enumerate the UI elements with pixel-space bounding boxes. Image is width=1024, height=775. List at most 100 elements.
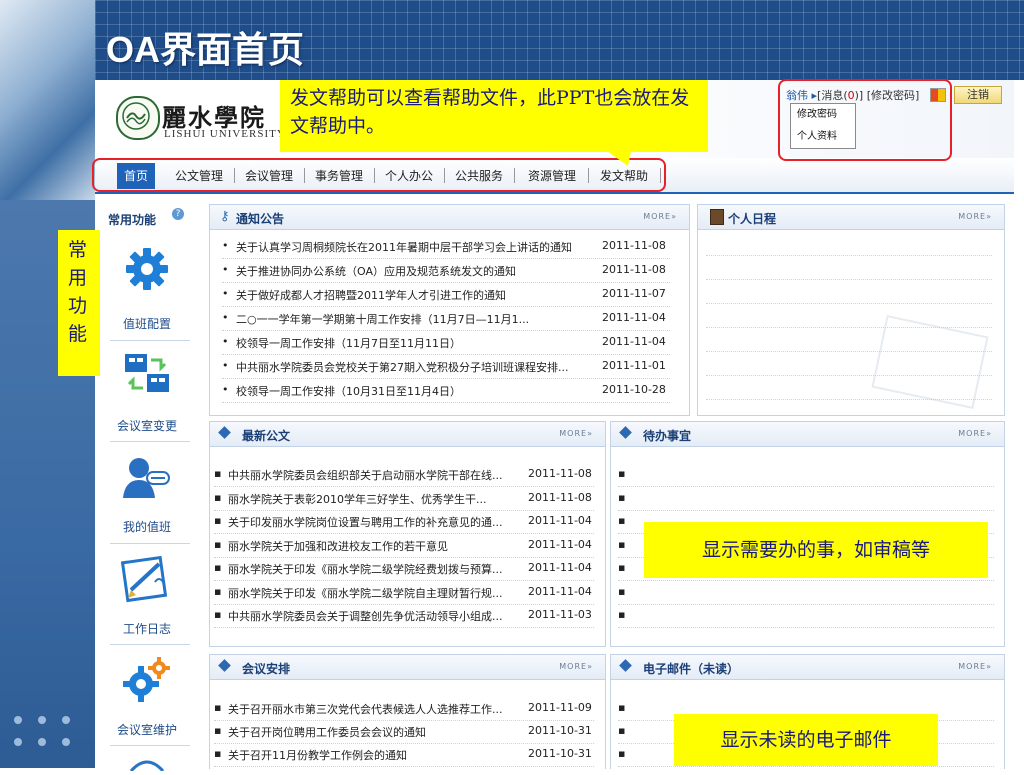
bullet-icon: ▪	[618, 490, 626, 504]
list-item-title[interactable]: 二○一一学年第一学期第十周工作安排（11月7日—11月1...	[236, 311, 529, 327]
row-divider	[618, 509, 994, 511]
key-icon: ⚷	[220, 209, 230, 224]
row-divider	[222, 306, 670, 307]
documents-more-link[interactable]: MORE»	[559, 429, 593, 438]
help-icon[interactable]: ?	[172, 208, 184, 220]
bullet-icon: ▪	[214, 514, 222, 527]
schedule-more-link[interactable]: MORE»	[958, 212, 992, 221]
row-divider	[222, 282, 670, 283]
row-divider	[618, 766, 994, 767]
row-divider	[214, 486, 594, 487]
maintenance-gear-icon[interactable]	[121, 654, 173, 704]
logout-button[interactable]: 注销	[954, 86, 1002, 104]
documents-panel-title: 最新公文	[242, 429, 291, 443]
sidebar-item-room-change[interactable]: 会议室变更	[104, 417, 190, 434]
bullet-icon: ▪	[618, 537, 626, 551]
todo-panel-title: 待办事宜	[643, 429, 692, 443]
help-callout: 发文帮助可以查看帮助文件，此PPT也会放在发文帮助中。	[280, 80, 708, 152]
row-divider	[214, 627, 594, 628]
callout-pointer	[600, 146, 632, 166]
list-item-title[interactable]: 校领导一周工作安排（10月31日至11月4日）	[236, 383, 461, 399]
list-item-title[interactable]: 关于印发丽水学院岗位设置与聘用工作的补充意见的通...	[228, 514, 503, 530]
notice-panel-header: ⚷ 通知公告 MORE»	[210, 205, 689, 230]
row-divider	[706, 375, 992, 376]
list-item-date: 2011-11-03	[528, 608, 592, 621]
row-divider	[706, 255, 992, 256]
bullet-icon: ▪	[214, 490, 222, 504]
meetings-more-link[interactable]: MORE»	[559, 662, 593, 671]
sidebar-item-duty-config[interactable]: 值班配置	[104, 315, 190, 332]
schedule-panel-title: 个人日程	[728, 212, 777, 226]
notice-more-link[interactable]: MORE»	[643, 212, 677, 221]
list-item-title[interactable]: 关于召开11月份教学工作例会的通知	[228, 747, 407, 763]
decorative-dot	[62, 716, 70, 724]
todo-panel-header: 待办事宜 MORE»	[611, 422, 1004, 447]
email-panel-header: 电子邮件（未读） MORE»	[611, 655, 1004, 680]
row-divider	[214, 766, 594, 767]
list-item-title[interactable]: 关于推进协同办公系统（OA）应用及规范系统发文的通知	[236, 263, 516, 279]
bullet-icon: ▪	[214, 537, 222, 551]
row-divider	[618, 486, 994, 487]
meetings-panel-header: 会议安排 MORE»	[210, 655, 605, 680]
list-item-title[interactable]: 中共丽水学院委员会组织部关于启动丽水学院干部在线...	[228, 467, 503, 483]
diamond-icon	[619, 659, 632, 672]
sidebar-item-work-log[interactable]: 工作日志	[104, 620, 190, 637]
list-item-date: 2011-10-31	[528, 724, 592, 737]
list-item-title[interactable]: 中共丽水学院委员会关于调整创先争优活动领导小组成...	[228, 608, 503, 624]
diamond-icon	[218, 659, 231, 672]
row-divider	[618, 580, 994, 581]
university-emblem-icon	[116, 96, 160, 140]
list-item-date: 2011-11-04	[528, 514, 592, 527]
list-item-title[interactable]: 关于认真学习周桐频院长在2011年暑期中层干部学习会上讲话的通知	[236, 239, 572, 255]
list-item-title[interactable]: 关于召开丽水市第三次党代会代表候选人人选推荐工作...	[228, 701, 503, 717]
list-item-date: 2011-10-31	[528, 747, 592, 760]
user-duty-icon[interactable]	[121, 454, 173, 504]
list-item-date: 2011-11-04	[602, 311, 666, 324]
slide-title: OA界面首页	[106, 29, 305, 70]
bullet-icon: ▪	[618, 561, 626, 574]
list-item-title[interactable]: 丽水学院关于印发《丽水学院二级学院自主理财暂行规...	[228, 585, 503, 601]
list-item-title[interactable]: 中共丽水学院委员会党校关于第27期入党积极分子培训班课程安排...	[236, 359, 569, 375]
globe-icon[interactable]	[121, 756, 173, 773]
bullet-icon: ▪	[214, 584, 222, 598]
list-item-date: 2011-11-04	[528, 584, 592, 598]
list-item-title[interactable]: 关于召开岗位聘用工作委员会会议的通知	[228, 724, 426, 740]
work-log-icon[interactable]	[120, 554, 173, 604]
diamond-icon	[619, 426, 632, 439]
row-divider	[706, 279, 992, 280]
list-item-title[interactable]: 丽水学院关于加强和改进校友工作的若干意见	[228, 538, 448, 554]
decorative-photo	[0, 0, 95, 200]
decorative-dot	[38, 738, 46, 746]
list-item-title[interactable]: 丽水学院关于印发《丽水学院二级学院经费划拨与预算...	[228, 561, 503, 577]
room-change-icon[interactable]	[121, 350, 173, 400]
email-more-link[interactable]: MORE»	[958, 662, 992, 671]
row-divider	[618, 627, 994, 628]
row-divider	[214, 603, 594, 605]
decorative-dot	[38, 716, 46, 724]
notice-panel-title: 通知公告	[236, 212, 285, 226]
bullet-icon: •	[222, 311, 229, 324]
bullet-icon: ▪	[618, 724, 626, 737]
sidebar-divider	[110, 441, 190, 442]
row-divider	[706, 327, 992, 328]
row-divider	[222, 402, 670, 403]
row-divider	[222, 258, 670, 259]
documents-panel-header: 最新公文 MORE»	[210, 422, 605, 447]
calendar-icon	[710, 209, 724, 225]
row-divider	[214, 509, 594, 511]
row-divider	[214, 720, 594, 721]
list-item-date: 2011-11-08	[528, 490, 592, 504]
list-item-title[interactable]: 关于做好成都人才招聘暨2011学年人才引进工作的通知	[236, 287, 506, 303]
todo-more-link[interactable]: MORE»	[958, 429, 992, 438]
sidebar-item-room-maintenance[interactable]: 会议室维护	[104, 721, 190, 738]
sidebar-divider	[110, 340, 190, 341]
bullet-icon: ▪	[618, 747, 626, 760]
list-item-title[interactable]: 丽水学院关于表彰2010学年三好学生、优秀学生干...	[228, 491, 486, 507]
meetings-panel-title: 会议安排	[242, 662, 291, 676]
list-item-title[interactable]: 校领导一周工作安排（11月7日至11月11日）	[236, 335, 461, 351]
gear-icon[interactable]	[121, 244, 173, 294]
bullet-icon: •	[222, 359, 229, 372]
user-menu-highlight-box	[778, 79, 952, 161]
row-divider	[222, 330, 670, 331]
sidebar-item-my-duty[interactable]: 我的值班	[104, 518, 190, 535]
